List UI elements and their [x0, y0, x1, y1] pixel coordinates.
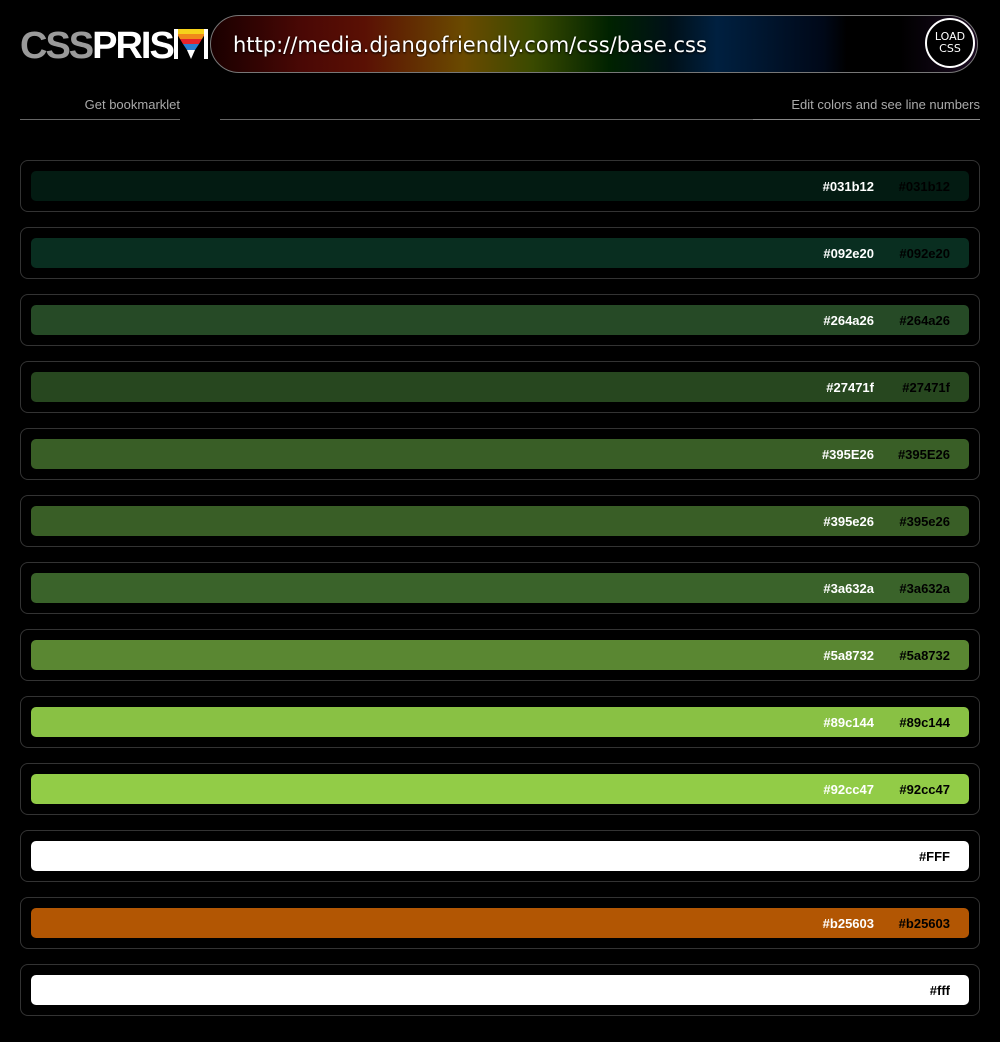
logo-prism: PRIS	[92, 25, 175, 67]
divider	[20, 119, 180, 120]
color-row[interactable]: #27471f #27471f	[20, 361, 980, 413]
color-row[interactable]: #FFF	[20, 830, 980, 882]
color-label-dark: #b25603	[898, 916, 950, 931]
color-label-light: #264a26	[823, 313, 874, 328]
color-row[interactable]: #b25603 #b25603	[20, 897, 980, 949]
color-swatch[interactable]: #FFF	[31, 841, 969, 871]
divider	[753, 119, 980, 120]
color-swatch[interactable]: #89c144 #89c144	[31, 707, 969, 737]
color-label-light: #395E26	[821, 447, 874, 462]
logo: CSS PRIS	[20, 26, 208, 66]
color-swatch[interactable]: #5a8732 #5a8732	[31, 640, 969, 670]
color-label-light: #395e26	[823, 514, 874, 529]
color-row[interactable]: #3a632a #3a632a	[20, 562, 980, 614]
css-url-input[interactable]	[231, 16, 915, 72]
color-label-dark: #92cc47	[899, 782, 950, 797]
color-label-dark: #89c144	[899, 715, 950, 730]
color-label-dark: #092e20	[899, 246, 950, 261]
color-swatch[interactable]: #fff	[31, 975, 969, 1005]
divider	[220, 119, 753, 120]
color-label-dark: #264a26	[899, 313, 950, 328]
color-label-light: #3a632a	[823, 581, 874, 596]
color-label-light: #27471f	[826, 380, 874, 395]
logo-css: CSS	[20, 25, 94, 67]
color-row[interactable]: #031b12 #031b12	[20, 160, 980, 212]
color-label-dark: #395E26	[897, 447, 950, 462]
color-label-light: #b25603	[822, 916, 874, 931]
css-label: CSS	[939, 42, 961, 55]
color-swatch[interactable]: #3a632a #3a632a	[31, 573, 969, 603]
edit-colors-link[interactable]: Edit colors and see line numbers	[791, 97, 980, 112]
color-row[interactable]: #395E26 #395E26	[20, 428, 980, 480]
color-swatch[interactable]: #395E26 #395E26	[31, 439, 969, 469]
color-row[interactable]: #92cc47 #92cc47	[20, 763, 980, 815]
color-label-light: #92cc47	[823, 782, 874, 797]
color-label-dark: #031b12	[898, 179, 950, 194]
color-label-dark: #27471f	[902, 380, 950, 395]
color-swatch[interactable]: #395e26 #395e26	[31, 506, 969, 536]
color-row[interactable]: #092e20 #092e20	[20, 227, 980, 279]
color-label-light: #5a8732	[823, 648, 874, 663]
load-css-button[interactable]: LOAD CSS	[925, 18, 975, 68]
get-bookmarklet-link[interactable]: Get bookmarklet	[85, 97, 180, 112]
url-bar: LOAD CSS	[210, 15, 978, 73]
color-label-dark: #3a632a	[899, 581, 950, 596]
color-label-dark: #395e26	[899, 514, 950, 529]
color-swatch[interactable]: #031b12 #031b12	[31, 171, 969, 201]
color-row[interactable]: #5a8732 #5a8732	[20, 629, 980, 681]
color-row[interactable]: #fff	[20, 964, 980, 1016]
color-swatch[interactable]: #27471f #27471f	[31, 372, 969, 402]
color-row[interactable]: #395e26 #395e26	[20, 495, 980, 547]
color-swatch[interactable]: #264a26 #264a26	[31, 305, 969, 335]
color-row[interactable]: #89c144 #89c144	[20, 696, 980, 748]
color-swatch[interactable]: #b25603 #b25603	[31, 908, 969, 938]
prism-m-icon	[173, 29, 208, 59]
color-swatch[interactable]: #92cc47 #92cc47	[31, 774, 969, 804]
color-label-light: #031b12	[822, 179, 874, 194]
color-swatch[interactable]: #092e20 #092e20	[31, 238, 969, 268]
color-label-light: #092e20	[823, 246, 874, 261]
color-label-dark: #FFF	[918, 849, 950, 864]
color-label-light: #89c144	[823, 715, 874, 730]
color-label-dark: #5a8732	[899, 648, 950, 663]
color-label-dark: #fff	[929, 983, 950, 998]
color-row[interactable]: #264a26 #264a26	[20, 294, 980, 346]
